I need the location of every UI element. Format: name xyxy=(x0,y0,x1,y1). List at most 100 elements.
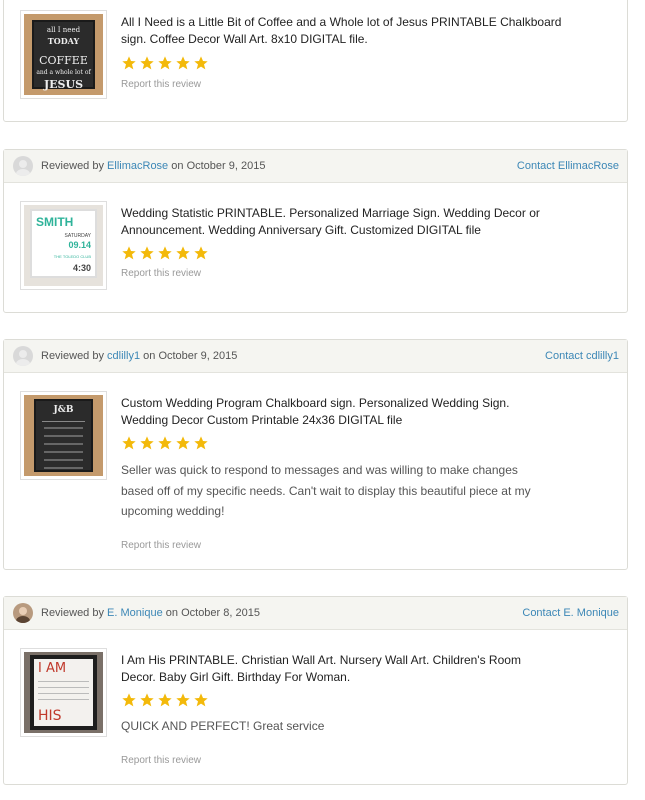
listing-thumbnail[interactable]: SMITH SATURDAY 09.14 THE TOLEDO CLUB 4:3… xyxy=(20,201,107,290)
review-card: all I need TODAY COFFEE and a whole lot … xyxy=(3,0,628,122)
listing-title[interactable]: I Am His PRINTABLE. Christian Wall Art. … xyxy=(121,652,581,686)
decor-line xyxy=(38,693,89,694)
report-review-link[interactable]: Report this review xyxy=(121,755,201,766)
i-am-his-image: I AM HIS xyxy=(24,652,103,733)
decor-line xyxy=(44,435,83,437)
thumb-text: SATURDAY xyxy=(64,233,91,239)
chalkboard-program-image: J&B xyxy=(24,395,103,476)
comment-line: upcoming wedding! xyxy=(121,504,225,518)
thumb-text: COFFEE xyxy=(39,54,88,67)
thumb-text: HIS xyxy=(38,708,62,724)
comment-line: QUICK AND PERFECT! Great service xyxy=(121,719,325,733)
chalkboard-frame: J&B xyxy=(34,399,93,472)
listing-title-line[interactable]: All I Need is a Little Bit of Coffee and… xyxy=(121,14,581,31)
frame: I AM HIS xyxy=(30,655,97,730)
star-icon xyxy=(176,56,190,70)
comment-line: Seller was quick to respond to messages … xyxy=(121,463,518,477)
report-review-link[interactable]: Report this review xyxy=(121,79,201,90)
star-icon xyxy=(176,246,190,260)
star-rating xyxy=(121,692,209,708)
star-icon xyxy=(194,436,208,450)
print-surface: I AM HIS xyxy=(34,659,93,726)
star-icon xyxy=(176,693,190,707)
decor-line xyxy=(44,451,83,453)
star-icon xyxy=(194,693,208,707)
star-icon xyxy=(122,693,136,707)
reviewed-by-label: Reviewed by xyxy=(41,607,104,619)
date-prefix: on xyxy=(171,160,184,172)
listing-title-line[interactable]: Custom Wedding Program Chalkboard sign. … xyxy=(121,395,581,412)
star-icon xyxy=(122,56,136,70)
thumb-text: 09.14 xyxy=(68,240,91,250)
thumb-text: TODAY xyxy=(47,36,80,46)
comment-line: based off of my specific needs. Can't wa… xyxy=(121,483,531,498)
listing-thumbnail[interactable]: I AM HIS xyxy=(20,648,107,737)
avatar[interactable] xyxy=(13,156,33,176)
review-card: Reviewed by E. Monique on October 8, 201… xyxy=(3,596,628,785)
contact-reviewer-link[interactable]: Contact cdlilly1 xyxy=(545,350,619,362)
decor-line xyxy=(44,427,83,429)
listing-title-line[interactable]: sign. Coffee Decor Wall Art. 8x10 DIGITA… xyxy=(121,31,581,48)
listing-title-line[interactable]: Wedding Statistic PRINTABLE. Personalize… xyxy=(121,205,581,222)
reviewed-by-line: Reviewed by E. Monique on October 8, 201… xyxy=(41,607,260,619)
reviewer-link[interactable]: cdlilly1 xyxy=(107,350,140,362)
star-icon xyxy=(140,56,154,70)
listing-title-line[interactable]: Decor. Baby Girl Gift. Birthday For Woma… xyxy=(121,669,581,686)
star-icon xyxy=(140,436,154,450)
listing-title[interactable]: All I Need is a Little Bit of Coffee and… xyxy=(121,14,581,48)
date-prefix: on xyxy=(143,350,156,362)
review-header: Reviewed by E. Monique on October 8, 201… xyxy=(4,597,627,630)
listing-title-line[interactable]: I Am His PRINTABLE. Christian Wall Art. … xyxy=(121,652,581,669)
reviewer-link[interactable]: E. Monique xyxy=(107,607,163,619)
date-prefix: on xyxy=(165,607,179,619)
decor-line xyxy=(38,699,89,700)
decor-line xyxy=(38,681,89,682)
star-icon xyxy=(158,56,172,70)
thumb-text: THE TOLEDO CLUB xyxy=(53,254,91,259)
star-icon xyxy=(122,246,136,260)
star-rating xyxy=(121,245,209,261)
frame: SMITH SATURDAY 09.14 THE TOLEDO CLUB 4:3… xyxy=(30,209,97,278)
decor-line xyxy=(44,443,83,445)
report-review-link[interactable]: Report this review xyxy=(121,268,201,279)
decor-line xyxy=(42,421,85,422)
reviewed-by-label: Reviewed by xyxy=(41,160,104,172)
reviewed-by-label: Reviewed by xyxy=(41,350,104,362)
contact-reviewer-link[interactable]: Contact EllimacRose xyxy=(517,160,619,172)
star-icon xyxy=(194,56,208,70)
avatar[interactable] xyxy=(13,603,33,623)
report-review-link[interactable]: Report this review xyxy=(121,540,201,551)
decor-line xyxy=(38,687,89,688)
listing-title-line[interactable]: Announcement. Wedding Anniversary Gift. … xyxy=(121,222,581,239)
thumb-text: I AM xyxy=(38,661,67,676)
review-comment: Seller was quick to respond to messages … xyxy=(121,460,566,522)
contact-reviewer-link[interactable]: Contact E. Monique xyxy=(522,607,619,619)
wedding-sign-image: SMITH SATURDAY 09.14 THE TOLEDO CLUB 4:3… xyxy=(24,205,103,286)
reviewed-by-line: Reviewed by cdlilly1 on October 9, 2015 xyxy=(41,350,237,362)
listing-title[interactable]: Wedding Statistic PRINTABLE. Personalize… xyxy=(121,205,581,239)
star-icon xyxy=(122,436,136,450)
decor-line xyxy=(44,467,83,469)
star-icon xyxy=(158,693,172,707)
listing-thumbnail[interactable]: J&B xyxy=(20,391,107,480)
chalkboard-image: all I need TODAY COFFEE and a whole lot … xyxy=(24,14,103,95)
reviewer-link[interactable]: EllimacRose xyxy=(107,160,168,172)
review-date: October 9, 2015 xyxy=(158,350,238,362)
star-icon xyxy=(194,246,208,260)
listing-title[interactable]: Custom Wedding Program Chalkboard sign. … xyxy=(121,395,581,429)
star-icon xyxy=(158,436,172,450)
review-card: Reviewed by EllimacRose on October 9, 20… xyxy=(3,149,628,313)
star-rating xyxy=(121,55,209,71)
thumb-text: SMITH xyxy=(36,215,74,229)
star-icon xyxy=(140,246,154,260)
review-card: Reviewed by cdlilly1 on October 9, 2015 … xyxy=(3,339,628,570)
review-header: Reviewed by EllimacRose on October 9, 20… xyxy=(4,150,627,183)
star-icon xyxy=(176,436,190,450)
review-header: Reviewed by cdlilly1 on October 9, 2015 … xyxy=(4,340,627,373)
review-date: October 9, 2015 xyxy=(186,160,266,172)
listing-thumbnail[interactable]: all I need TODAY COFFEE and a whole lot … xyxy=(20,10,107,99)
decor-line xyxy=(44,459,83,461)
avatar[interactable] xyxy=(13,346,33,366)
thumb-text: and a whole lot of xyxy=(36,69,91,76)
listing-title-line[interactable]: Wedding Decor Custom Printable 24x36 DIG… xyxy=(121,412,581,429)
